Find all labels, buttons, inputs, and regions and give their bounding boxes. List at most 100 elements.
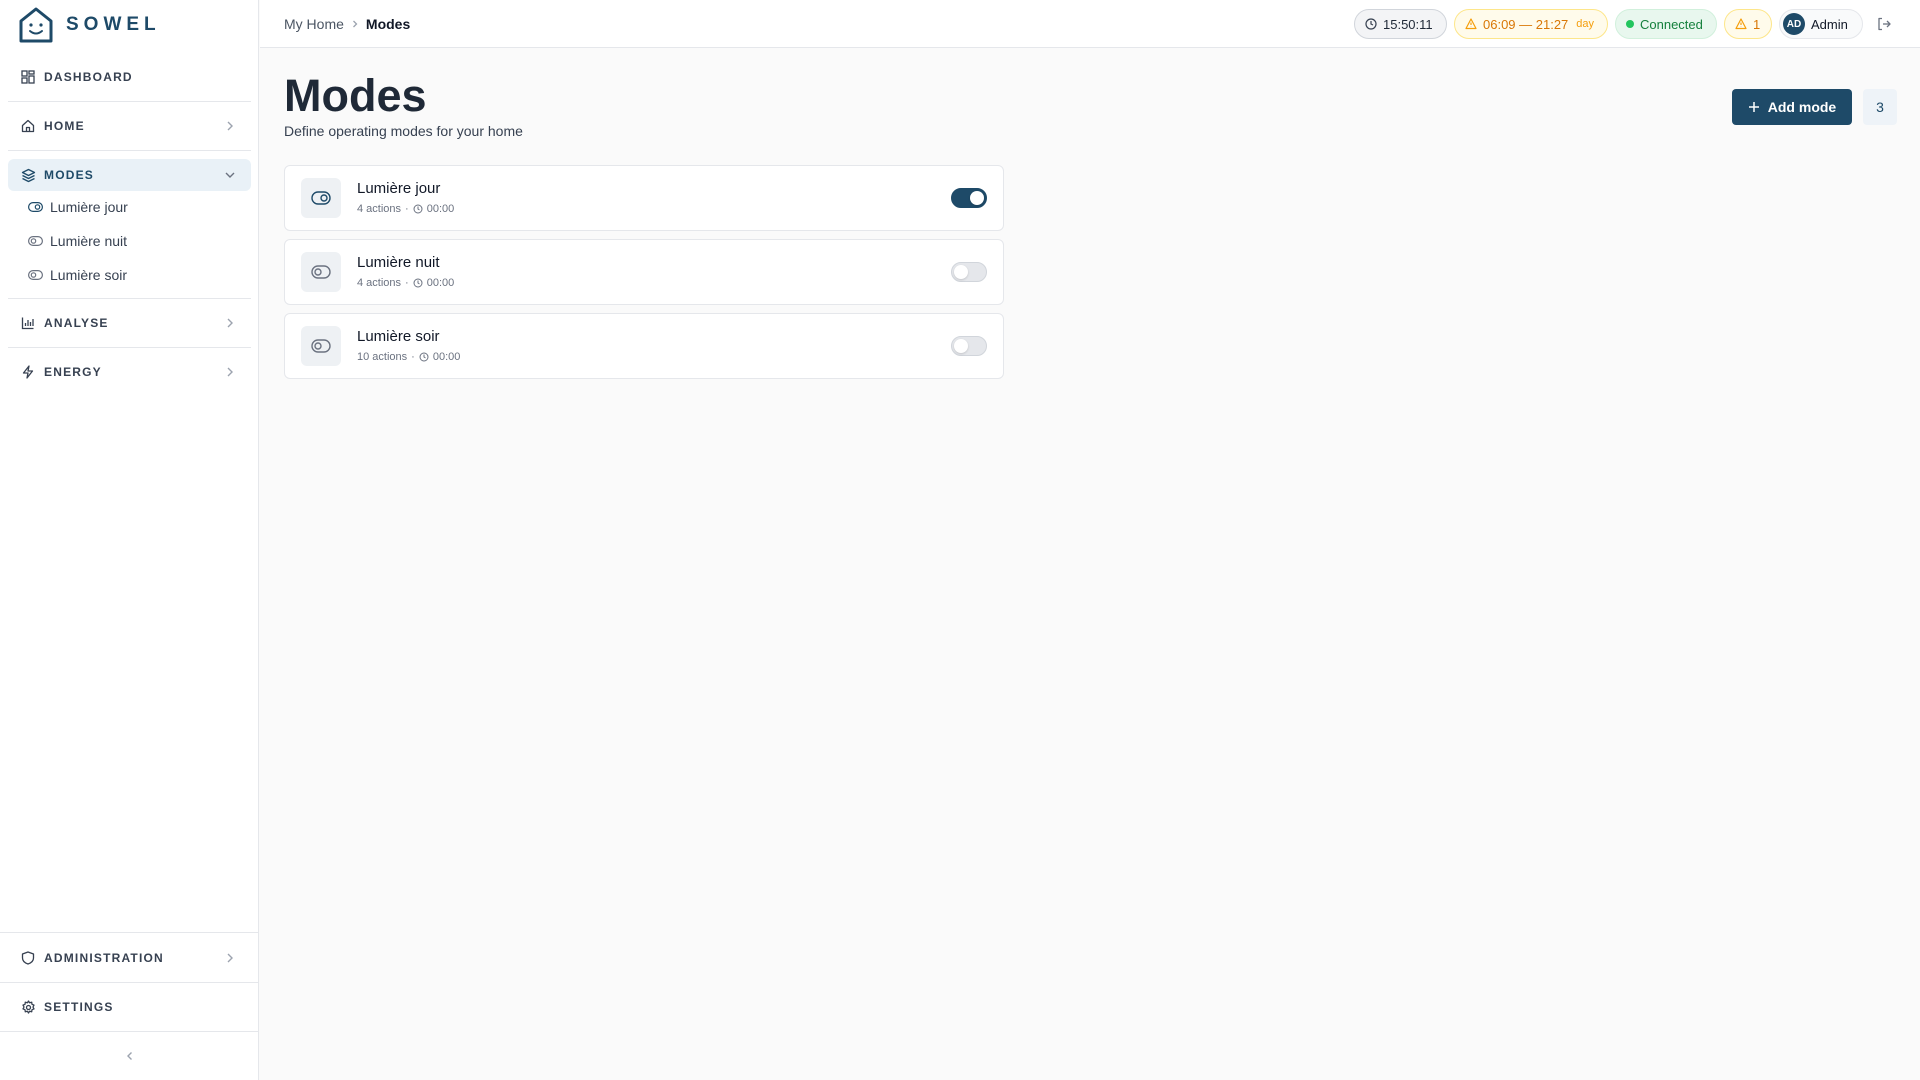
day-tag: day (1576, 18, 1595, 30)
mode-meta: 10 actions · 00:00 (357, 351, 460, 363)
clock-icon (1365, 18, 1377, 30)
clock-badge: 15:50:11 (1354, 9, 1447, 39)
toggle-on-icon (311, 191, 331, 205)
breadcrumb-current: Modes (365, 16, 411, 32)
divider (0, 982, 259, 983)
mode-card-lumiere-soir[interactable]: Lumière soir 10 actions · 00:00 (284, 313, 1004, 379)
clock-time: 15:50:11 (1383, 16, 1433, 32)
nav-modes[interactable]: MODES (8, 159, 251, 191)
breadcrumb: My Home Modes (284, 16, 410, 32)
sidebar-item-lumiere-nuit[interactable]: Lumière nuit (28, 228, 127, 254)
mode-name: Lumière nuit (357, 254, 440, 271)
warning-icon (1735, 18, 1747, 30)
sidebar-item-label: Lumière soir (50, 267, 128, 283)
mode-name: Lumière jour (357, 180, 441, 197)
toggle-off-icon (28, 233, 44, 249)
chevron-right-icon (227, 121, 233, 131)
sidebar: SOWEL DASHBOARD HOME MODES Lumière jour … (0, 0, 259, 1080)
mode-toggle[interactable] (951, 188, 987, 208)
add-mode-button[interactable]: Add mode (1732, 89, 1852, 125)
mode-icon (301, 178, 341, 218)
mode-icon (301, 252, 341, 292)
toggle-knob (954, 339, 968, 353)
nav-analyse-label: ANALYSE (44, 316, 109, 330)
mode-actions: 4 actions (357, 203, 402, 215)
chevron-right-icon (352, 20, 358, 28)
layers-icon (20, 167, 36, 183)
mode-toggle[interactable] (951, 262, 987, 282)
user-name: Admin (1811, 16, 1848, 32)
mode-time: 00:00 (432, 351, 461, 363)
chevron-right-icon (227, 367, 233, 377)
separator: · (405, 203, 409, 215)
nav-home-label: HOME (44, 119, 85, 133)
mode-actions: 10 actions (357, 351, 408, 363)
sidebar-item-label: Lumière jour (50, 199, 128, 215)
nav-energy-label: ENERGY (44, 365, 102, 379)
alerts-button[interactable]: 1 (1724, 9, 1772, 39)
mode-icon (301, 326, 341, 366)
mode-time: 00:00 (426, 277, 455, 289)
clock-icon (413, 278, 423, 288)
user-menu-button[interactable]: AD Admin (1779, 9, 1863, 39)
separator: · (405, 277, 409, 289)
divider (8, 101, 251, 102)
chevron-down-icon (225, 172, 235, 178)
alerts-count: 1 (1753, 16, 1761, 32)
nav-dashboard-label: DASHBOARD (44, 70, 133, 84)
toggle-off-icon (28, 267, 44, 283)
brand-name: SOWEL (66, 14, 161, 35)
clock-icon (413, 204, 423, 214)
topbar: My Home Modes 15:50:11 06:09 — 21:27 day… (260, 0, 1920, 48)
separator: · (411, 351, 415, 363)
divider (8, 298, 251, 299)
chevron-right-icon (227, 953, 233, 963)
page-title: Modes (284, 70, 427, 121)
sun-times-badge: 06:09 — 21:27 day (1454, 9, 1608, 39)
nav-energy[interactable]: ENERGY (8, 356, 251, 388)
nav-dashboard[interactable]: DASHBOARD (8, 61, 251, 93)
nav-modes-label: MODES (44, 168, 95, 182)
mode-meta: 4 actions · 00:00 (357, 203, 454, 215)
connection-status-badge: Connected (1615, 9, 1717, 39)
nav-analyse[interactable]: ANALYSE (8, 307, 251, 339)
divider (0, 932, 259, 933)
toggle-knob (954, 265, 968, 279)
nav-administration-label: ADMINISTRATION (44, 951, 164, 965)
lightning-icon (20, 364, 36, 380)
logout-icon[interactable] (1876, 16, 1892, 32)
sidebar-item-lumiere-soir[interactable]: Lumière soir (28, 262, 127, 288)
mode-meta: 4 actions · 00:00 (357, 277, 454, 289)
nav-administration[interactable]: ADMINISTRATION (8, 942, 251, 974)
toggle-on-icon (28, 199, 44, 215)
divider (0, 1031, 259, 1032)
mode-card-lumiere-jour[interactable]: Lumière jour 4 actions · 00:00 (284, 165, 1004, 231)
sun-warning-icon (1465, 18, 1477, 30)
divider (8, 347, 251, 348)
status-dot-icon (1626, 20, 1634, 28)
page-subtitle: Define operating modes for your home (284, 123, 523, 139)
gear-icon (20, 999, 36, 1015)
divider (8, 150, 251, 151)
mode-toggle[interactable] (951, 336, 987, 356)
home-icon (20, 118, 36, 134)
toggle-off-icon (311, 339, 331, 353)
sun-range: 06:09 — 21:27 (1483, 16, 1569, 32)
toggle-knob (970, 191, 984, 205)
collapse-sidebar-button[interactable] (120, 1046, 140, 1066)
nav-settings-label: SETTINGS (44, 1000, 114, 1014)
brand-logo[interactable]: SOWEL (18, 5, 161, 45)
grid-icon (20, 69, 36, 85)
avatar: AD (1783, 13, 1805, 35)
shield-icon (20, 950, 36, 966)
mode-name: Lumière soir (357, 328, 440, 345)
mode-time: 00:00 (426, 203, 455, 215)
clock-icon (419, 352, 429, 362)
sidebar-item-lumiere-jour[interactable]: Lumière jour (28, 194, 128, 220)
mode-actions: 4 actions (357, 277, 402, 289)
nav-home[interactable]: HOME (8, 110, 251, 142)
mode-card-lumiere-nuit[interactable]: Lumière nuit 4 actions · 00:00 (284, 239, 1004, 305)
nav-settings[interactable]: SETTINGS (8, 991, 251, 1023)
connection-status: Connected (1640, 16, 1703, 32)
breadcrumb-home-link[interactable]: My Home (284, 16, 344, 32)
